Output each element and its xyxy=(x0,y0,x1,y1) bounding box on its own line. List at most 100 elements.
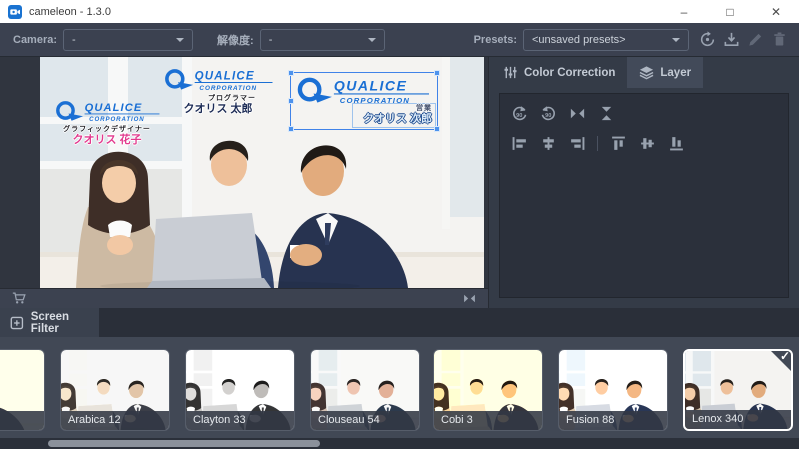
toolbar-divider xyxy=(597,136,598,151)
camera-select[interactable]: - xyxy=(63,29,193,51)
tab-label: Layer xyxy=(660,67,691,79)
close-button[interactable]: ✕ xyxy=(753,0,799,23)
cart-button[interactable] xyxy=(7,287,31,311)
selection-handle[interactable] xyxy=(288,126,294,132)
filter-card-arabica[interactable]: Arabica 12 xyxy=(60,349,170,431)
filter-strip: Arabica 12 Clayton 33 Clouseau 54 Cobi 3… xyxy=(0,337,799,438)
chevron-down-icon xyxy=(176,38,184,42)
filter-label xyxy=(0,411,44,430)
delete-preset-button[interactable] xyxy=(767,28,791,52)
edit-preset-button[interactable] xyxy=(743,28,767,52)
align-bottom-icon xyxy=(668,135,685,152)
right-panel: Color Correction Layer 90 xyxy=(488,57,799,308)
window-title: cameleon - 1.3.0 xyxy=(29,6,111,18)
name-overlay-taro[interactable]: プログラマー クオリス 太郎 xyxy=(160,67,276,116)
presets-value: <unsaved presets> xyxy=(532,34,666,46)
preview-area: グラフィックデザイナー クオリス 花子 プログラマー クオリス 太郎 営業 クオ… xyxy=(0,57,488,288)
name-overlay-jiro-selected[interactable]: 営業 クオリス 次郎 xyxy=(290,72,438,130)
flip-horizontal-icon xyxy=(569,105,586,122)
filter-label: Arabica 12 xyxy=(61,411,169,430)
svg-text:90: 90 xyxy=(516,112,522,118)
resolution-select[interactable]: - xyxy=(260,29,385,51)
app-logo-icon xyxy=(8,5,22,19)
video-preview[interactable]: グラフィックデザイナー クオリス 花子 プログラマー クオリス 太郎 営業 クオ… xyxy=(40,57,484,288)
selection-handle[interactable] xyxy=(288,98,294,104)
mirror-button[interactable] xyxy=(457,287,481,311)
filter-label: Fusion 88 xyxy=(559,411,667,430)
flip-horizontal-button[interactable] xyxy=(566,102,588,124)
overlay-textbox: 営業 クオリス 次郎 xyxy=(352,103,436,128)
svg-text:90: 90 xyxy=(545,112,551,118)
overlay-name: クオリス 太郎 xyxy=(160,103,276,116)
flip-horizontal-icon xyxy=(462,291,477,306)
filter-label: Lenox 340 xyxy=(685,410,791,429)
align-center-horizontal-icon xyxy=(540,135,557,152)
chevron-down-icon xyxy=(368,38,376,42)
name-overlay-hanako[interactable]: グラフィックデザイナー クオリス 花子 xyxy=(52,99,162,147)
tab-color-correction[interactable]: Color Correction xyxy=(491,57,627,88)
align-right-button[interactable] xyxy=(566,132,588,154)
top-toolbar: Camera: - 解像度: - Presets: <unsaved prese… xyxy=(0,23,799,57)
filter-label: Cobi 3 xyxy=(434,411,542,430)
maximize-button[interactable]: □ xyxy=(707,0,753,23)
app-window: cameleon - 1.3.0 – □ ✕ Camera: - 解像度: - … xyxy=(0,0,799,449)
presets-select[interactable]: <unsaved presets> xyxy=(523,29,689,51)
filter-tab-label: Screen Filter xyxy=(31,311,99,335)
filter-scrollbar-track[interactable] xyxy=(0,438,799,449)
tab-label: Color Correction xyxy=(524,67,615,79)
resolution-label: 解像度: xyxy=(217,32,254,48)
selection-handle[interactable] xyxy=(288,70,294,76)
sliders-icon xyxy=(503,65,518,80)
tab-screen-filter[interactable]: Screen Filter xyxy=(0,308,99,337)
check-icon: ✓ xyxy=(780,350,790,362)
rotate-cw-90-button[interactable]: 90 xyxy=(508,102,530,124)
layers-icon xyxy=(639,65,654,80)
pencil-icon xyxy=(747,31,764,48)
reset-preset-button[interactable] xyxy=(695,28,719,52)
align-left-button[interactable] xyxy=(508,132,530,154)
filter-card-fusion[interactable]: Fusion 88 xyxy=(558,349,668,431)
align-middle-vertical-button[interactable] xyxy=(636,132,658,154)
add-image-icon xyxy=(10,316,24,330)
save-preset-button[interactable] xyxy=(719,28,743,52)
trash-icon xyxy=(771,31,788,48)
qualice-logo xyxy=(162,67,275,94)
filter-card-lenox-selected[interactable]: Lenox 340 ✓ xyxy=(683,349,793,431)
align-center-horizontal-button[interactable] xyxy=(537,132,559,154)
overlay-role: グラフィックデザイナー xyxy=(52,125,162,134)
preview-statusbar xyxy=(0,288,488,308)
camera-value: - xyxy=(72,34,170,46)
align-left-icon xyxy=(511,135,528,152)
presets-label: Presets: xyxy=(474,34,517,46)
minimize-button[interactable]: – xyxy=(661,0,707,23)
overlay-role: プログラマー xyxy=(160,94,276,103)
panel-tabs: Color Correction Layer xyxy=(489,57,799,88)
qualice-logo xyxy=(54,99,161,125)
filter-label: Clayton 33 xyxy=(186,411,294,430)
tab-layer[interactable]: Layer xyxy=(627,57,703,88)
cart-icon xyxy=(12,291,27,306)
filter-card-clouseau[interactable]: Clouseau 54 xyxy=(310,349,420,431)
flip-vertical-button[interactable] xyxy=(595,102,617,124)
save-icon xyxy=(723,31,740,48)
camera-label: Camera: xyxy=(13,34,57,46)
rotate-cw-icon: 90 xyxy=(511,105,528,122)
align-bottom-button[interactable] xyxy=(665,132,687,154)
filter-scrollbar-thumb[interactable] xyxy=(48,440,320,447)
rotate-ccw-90-button[interactable]: 90 xyxy=(537,102,559,124)
filter-card-cobi[interactable]: Cobi 3 xyxy=(433,349,543,431)
chevron-down-icon xyxy=(672,38,680,42)
selection-handle[interactable] xyxy=(434,126,440,132)
filter-card-clayton[interactable]: Clayton 33 xyxy=(185,349,295,431)
filter-label: Clouseau 54 xyxy=(311,411,419,430)
align-middle-vertical-icon xyxy=(639,135,656,152)
overlay-role: 営業 xyxy=(353,104,432,113)
filter-card-partial[interactable] xyxy=(0,349,45,431)
selection-handle[interactable] xyxy=(434,70,440,76)
overlay-name: クオリス 次郎 xyxy=(353,113,432,126)
titlebar: cameleon - 1.3.0 – □ ✕ xyxy=(0,0,799,23)
reset-icon xyxy=(699,31,716,48)
filter-header: Screen Filter xyxy=(0,308,799,337)
align-top-button[interactable] xyxy=(607,132,629,154)
layer-panel-body: 90 90 xyxy=(499,93,789,298)
